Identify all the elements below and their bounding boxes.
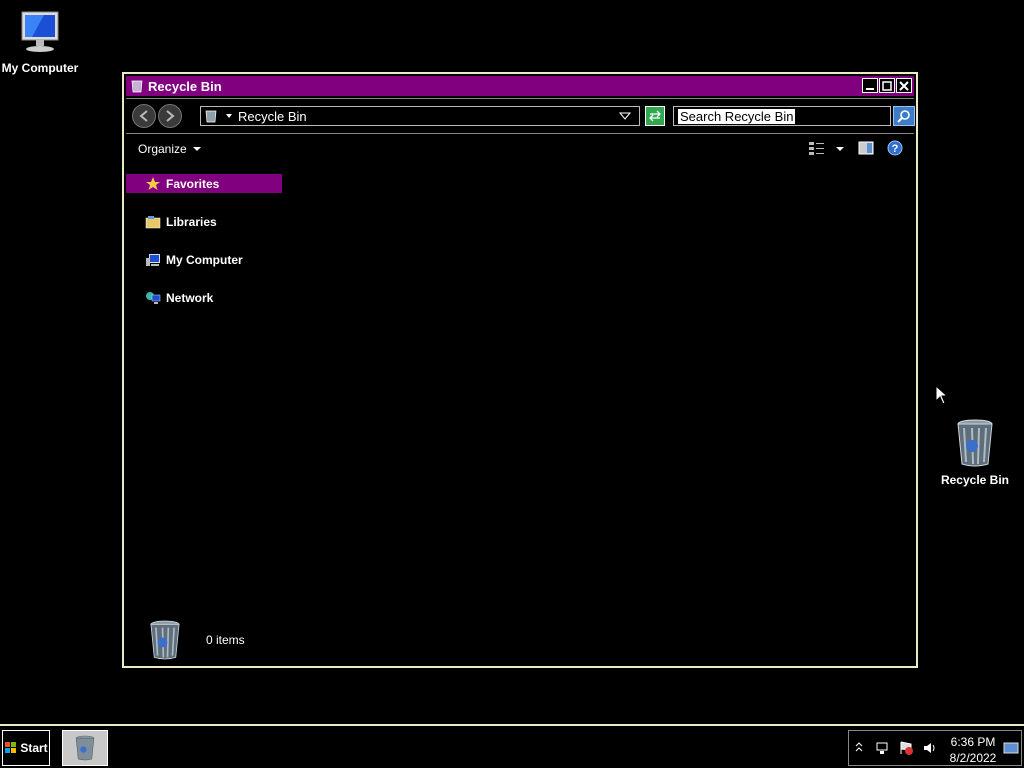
- nav-item-favorites[interactable]: Favorites: [126, 174, 282, 193]
- item-count: 0 items: [206, 633, 245, 647]
- forward-button[interactable]: [158, 104, 182, 128]
- close-icon: [899, 80, 909, 91]
- view-options-dropdown[interactable]: [836, 146, 844, 152]
- clock-date: 8/2/2022: [949, 751, 997, 765]
- back-arrow-icon: [139, 110, 148, 122]
- nav-item-network[interactable]: Network: [126, 288, 282, 307]
- address-dropdown-icon[interactable]: [619, 111, 631, 121]
- maximize-button[interactable]: [879, 78, 895, 93]
- breadcrumb-arrow-icon[interactable]: [224, 111, 234, 121]
- nav-item-label: My Computer: [166, 252, 243, 267]
- explorer-window[interactable]: Recycle Bin Recycle Bin Search Recycle B…: [122, 72, 918, 668]
- show-hidden-icons-icon[interactable]: [855, 741, 863, 753]
- network-tray-icon[interactable]: [875, 741, 889, 755]
- desktop-icon-label: Recycle Bin: [940, 473, 1010, 487]
- search-field[interactable]: Search Recycle Bin: [673, 106, 891, 126]
- recycle-bin-small-icon: [131, 80, 143, 93]
- desktop-icon-recycle-bin[interactable]: Recycle Bin: [935, 418, 1015, 487]
- preview-pane-icon: [858, 141, 874, 155]
- nav-item-label: Libraries: [166, 214, 217, 229]
- change-view-button[interactable]: [808, 140, 826, 156]
- volume-icon[interactable]: [923, 741, 937, 755]
- start-label: Start: [20, 741, 48, 755]
- address-bar[interactable]: Recycle Bin: [200, 106, 640, 126]
- search-button[interactable]: [893, 106, 915, 126]
- minimize-icon: [866, 87, 874, 90]
- network-icon: [146, 291, 161, 304]
- chevron-down-icon: [192, 147, 201, 151]
- mouse-cursor-icon: [935, 385, 947, 405]
- chevron-down-icon: [836, 147, 844, 151]
- details-pane: 0 items: [146, 618, 245, 662]
- recycle-bin-small-icon: [205, 110, 217, 123]
- desktop-icon-my-computer[interactable]: My Computer: [0, 8, 80, 75]
- desktop-icon-label: My Computer: [1, 61, 79, 75]
- windows-logo-icon: [5, 742, 17, 753]
- recycle-bin-icon: [75, 735, 95, 761]
- help-icon: ?: [887, 140, 903, 156]
- nav-item-my-computer[interactable]: My Computer: [126, 250, 282, 269]
- star-icon: [146, 176, 160, 190]
- refresh-button[interactable]: [645, 106, 665, 126]
- action-center-flag-icon[interactable]: [899, 741, 913, 755]
- command-toolbar: Organize ?: [126, 134, 914, 164]
- refresh-icon: [649, 110, 661, 122]
- preview-pane-button[interactable]: [858, 140, 874, 156]
- recycle-bin-icon: [957, 419, 993, 467]
- minimize-button[interactable]: [862, 78, 878, 93]
- computer-icon: [146, 253, 160, 266]
- search-placeholder-text: Search Recycle Bin: [678, 109, 796, 124]
- organize-label: Organize: [138, 142, 187, 156]
- title-bar[interactable]: Recycle Bin: [126, 76, 914, 96]
- nav-item-label: Network: [166, 290, 214, 305]
- taskbar-item-recycle-bin[interactable]: [62, 730, 108, 766]
- search-icon: [897, 110, 910, 123]
- forward-arrow-icon: [166, 110, 175, 122]
- system-tray: 6:36 PM 8/2/2022: [848, 730, 1022, 766]
- organize-button[interactable]: Organize: [138, 142, 201, 156]
- start-button[interactable]: Start: [2, 730, 50, 766]
- help-button[interactable]: ?: [887, 140, 903, 156]
- back-button[interactable]: [132, 104, 156, 128]
- my-computer-icon: [21, 11, 59, 52]
- svg-text:?: ?: [892, 143, 899, 155]
- nav-item-libraries[interactable]: Libraries: [126, 212, 282, 231]
- close-button[interactable]: [896, 78, 912, 93]
- taskbar: Start 6:36 PM 8/2/2022: [0, 724, 1024, 768]
- window-title: Recycle Bin: [148, 78, 222, 94]
- show-desktop-icon[interactable]: [1003, 741, 1019, 755]
- libraries-icon: [145, 215, 161, 228]
- navigation-bar: Recycle Bin Search Recycle Bin: [126, 98, 915, 134]
- maximize-icon: [882, 80, 892, 91]
- recycle-bin-icon: [150, 620, 180, 660]
- clock-time: 6:36 PM: [950, 735, 996, 749]
- address-path[interactable]: Recycle Bin: [238, 109, 307, 124]
- view-list-icon: [809, 142, 824, 155]
- clock[interactable]: 6:36 PM 8/2/2022: [945, 734, 1001, 766]
- nav-item-label: Favorites: [166, 176, 220, 191]
